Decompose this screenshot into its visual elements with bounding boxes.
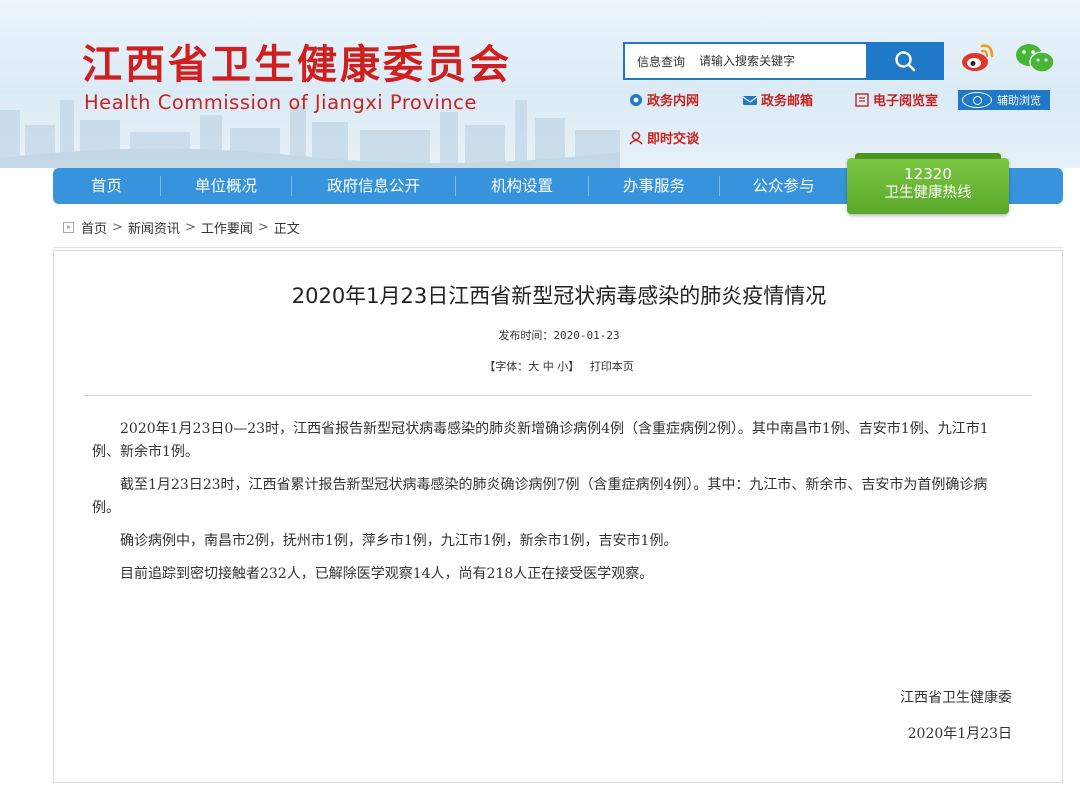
search-label: 信息查询 xyxy=(637,54,686,69)
link-mailbox[interactable]: 政务邮箱 xyxy=(742,90,813,109)
accessibility-button[interactable]: 辅助浏览 xyxy=(958,90,1050,110)
breadcrumb-divider xyxy=(53,247,1063,248)
breadcrumb-work-news[interactable]: 工作要闻 xyxy=(201,218,253,237)
breadcrumb: 首页 > 新闻资讯 > 工作要闻 > 正文 xyxy=(63,218,300,237)
site-logo-subtitle[interactable]: Health Commission of Jiangxi Province xyxy=(84,91,477,115)
weibo-icon[interactable] xyxy=(960,40,996,74)
breadcrumb-separator: > xyxy=(257,220,269,235)
site-header: 江西省卫生健康委员会 Health Commission of Jiangxi … xyxy=(0,0,1080,168)
search-button[interactable] xyxy=(866,42,944,80)
nav-item-about[interactable]: 单位概况 xyxy=(161,168,291,204)
breadcrumb-news[interactable]: 新闻资讯 xyxy=(128,218,180,237)
hotline-number: 12320 xyxy=(904,165,952,183)
link-reading-room-label: 电子阅览室 xyxy=(873,94,939,109)
nav-item-participation[interactable]: 公众参与 xyxy=(720,168,847,204)
breadcrumb-separator: > xyxy=(184,220,196,235)
font-size-label: 【字体： xyxy=(484,360,529,373)
book-icon xyxy=(855,92,869,107)
publish-date: 2020-01-23 xyxy=(553,329,620,342)
mail-icon xyxy=(742,95,758,105)
link-intranet[interactable]: 政务内网 xyxy=(628,90,699,109)
location-icon xyxy=(63,222,74,233)
article-title: 2020年1月23日江西省新型冠状病毒感染的肺炎疫情情况 xyxy=(291,284,827,308)
print-page-link[interactable]: 打印本页 xyxy=(590,360,634,373)
eye-icon xyxy=(962,92,992,108)
article-tools: 【字体：大 中 小】 打印本页 xyxy=(54,358,1064,374)
article-signature: 江西省卫生健康委 2020年1月23日 xyxy=(900,687,1012,759)
publish-info: 发布时间：2020-01-23 xyxy=(54,327,1064,343)
nav-item-home[interactable]: 首页 xyxy=(53,168,160,204)
article-paragraph: 截至1月23日23时，江西省累计报告新型冠状病毒感染的肺炎确诊病例7例（含重症病… xyxy=(92,477,988,516)
site-logo-title[interactable]: 江西省卫生健康委员会 xyxy=(82,40,512,90)
breadcrumb-separator: > xyxy=(112,220,123,235)
hotline-button[interactable]: 12320 卫生健康热线 xyxy=(847,153,1009,214)
nav-item-services[interactable]: 办事服务 xyxy=(589,168,719,204)
font-size-medium[interactable]: 中 xyxy=(543,360,554,373)
publish-label: 发布时间： xyxy=(498,329,554,342)
breadcrumb-current: 正文 xyxy=(273,222,300,237)
signature-org: 江西省卫生健康委 xyxy=(900,690,1012,706)
link-instant-chat-label: 即时交谈 xyxy=(647,132,700,147)
search-icon xyxy=(895,51,916,72)
accessibility-label: 辅助浏览 xyxy=(997,94,1041,107)
nav-item-organization[interactable]: 机构设置 xyxy=(456,168,588,204)
article-paragraph: 目前追踪到密切接触者232人，已解除医学观察14人，尚有218人正在接受医学观察… xyxy=(120,566,654,582)
article-container: 2020年1月23日江西省新型冠状病毒感染的肺炎疫情情况 发布时间：2020-0… xyxy=(53,250,1063,783)
article-body: 2020年1月23日0—23时，江西省报告新型冠状病毒感染的肺炎新增确诊病例4例… xyxy=(92,418,1012,596)
signature-date: 2020年1月23日 xyxy=(907,726,1012,742)
nav-item-gov-info[interactable]: 政府信息公开 xyxy=(292,168,455,204)
font-size-small[interactable]: 小 xyxy=(557,360,568,373)
article-paragraph: 2020年1月23日0—23时，江西省报告新型冠状病毒感染的肺炎新增确诊病例4例… xyxy=(92,421,989,460)
wechat-icon[interactable] xyxy=(1014,42,1056,74)
font-size-large[interactable]: 大 xyxy=(528,360,539,373)
gear-icon xyxy=(630,93,642,106)
hotline-label: 卫生健康热线 xyxy=(884,185,972,201)
search-box: 信息查询 xyxy=(623,42,866,80)
chat-icon xyxy=(629,131,643,145)
breadcrumb-home[interactable]: 首页 xyxy=(81,218,107,237)
link-mailbox-label: 政务邮箱 xyxy=(761,94,814,109)
search-input[interactable] xyxy=(699,54,850,68)
link-instant-chat[interactable]: 即时交谈 xyxy=(628,128,699,147)
article-divider xyxy=(84,395,1032,396)
article-paragraph: 确诊病例中，南昌市2例，抚州市1例，萍乡市1例，九江市1例，新余市1例，吉安市1… xyxy=(120,533,678,549)
font-size-close: 】 xyxy=(568,360,580,373)
link-intranet-label: 政务内网 xyxy=(647,94,700,109)
link-reading-room[interactable]: 电子阅览室 xyxy=(854,90,938,109)
